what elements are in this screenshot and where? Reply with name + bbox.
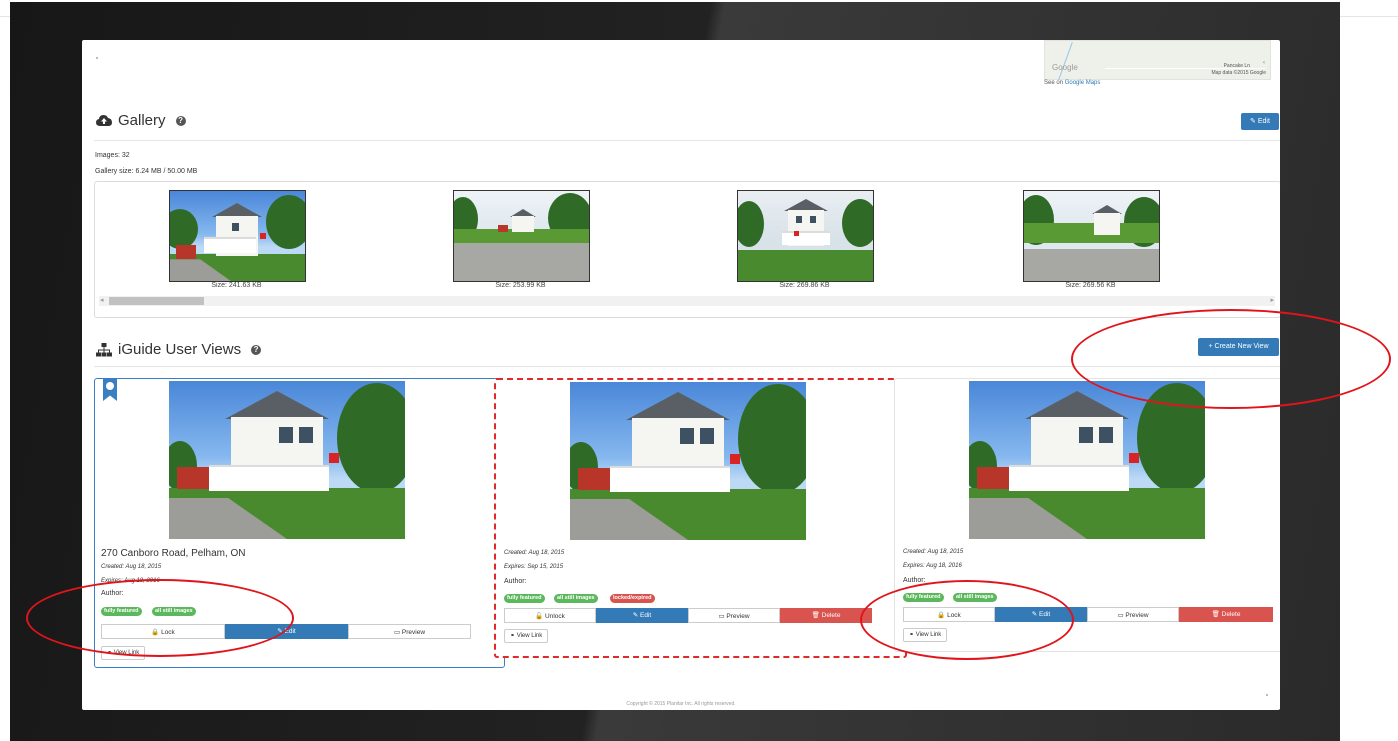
sitemap-icon xyxy=(96,342,112,356)
monitor-icon: ▭ xyxy=(1117,612,1124,619)
scrollbar-thumb[interactable] xyxy=(109,297,204,305)
images-count: Images: 32 xyxy=(95,152,130,159)
badge-fully-featured: fully featured xyxy=(504,594,545,603)
view-link-label: View Link xyxy=(516,633,543,639)
delete-button[interactable]: 🗑 Delete xyxy=(780,608,872,623)
map-credit: Map data ©2015 Google xyxy=(1211,70,1266,76)
thumbnail-caption: Size: 253.99 KB xyxy=(495,282,546,289)
delete-button[interactable]: 🗑 Delete xyxy=(1179,607,1273,622)
corner-dot xyxy=(1266,694,1268,696)
unlock-icon: 🔓 xyxy=(535,613,544,620)
preview-label: Preview xyxy=(1125,612,1149,619)
globe-ribbon-icon xyxy=(103,379,117,401)
photo-house-front xyxy=(738,191,873,281)
edit-label: Edit xyxy=(640,612,652,619)
view-expires: Expires: Sep 15, 2015 xyxy=(504,564,564,570)
preview-label: Preview xyxy=(401,629,426,636)
gallery-scrollbar[interactable]: ◂ ▸ xyxy=(99,296,1275,306)
preview-button[interactable]: ▭ Preview xyxy=(688,608,780,623)
view-author: Author: xyxy=(504,578,527,585)
scroll-left-icon[interactable]: ◂ xyxy=(100,296,104,306)
view-thumbnail[interactable] xyxy=(169,381,405,539)
annotation-circle xyxy=(26,579,294,657)
delete-label: Delete xyxy=(821,612,841,619)
badge-locked-expired: locked/expired xyxy=(610,594,655,603)
monitor-icon: ▭ xyxy=(718,613,725,620)
gallery-size: Gallery size: 6.24 MB / 50.00 MB xyxy=(95,168,198,175)
google-maps-link[interactable]: Google Maps xyxy=(1065,80,1101,86)
map-embed[interactable]: Google Pancake Ln Map data ©2015 Google xyxy=(1044,40,1271,80)
footer-copyright: Copyright © 2015 Planitar Inc. All right… xyxy=(626,701,736,707)
corner-dot xyxy=(96,57,98,59)
thumbnail-caption: Size: 241.63 KB xyxy=(211,282,262,289)
map-street-label: Pancake Ln xyxy=(1223,63,1250,69)
view-created: Created: Aug 18, 2015 xyxy=(101,564,162,570)
preview-button[interactable]: ▭ Preview xyxy=(348,624,471,639)
unlock-button[interactable]: 🔓 Unlock xyxy=(504,608,596,623)
photo-street-side xyxy=(1024,191,1159,281)
gallery-thumbnail[interactable] xyxy=(1023,190,1160,282)
edit-button[interactable]: ✎ Edit xyxy=(596,608,688,623)
gallery-edit-label: Edit xyxy=(1257,118,1270,125)
views-heading: iGuide User Views ? xyxy=(96,341,262,358)
section-divider xyxy=(94,140,1280,141)
view-created: Created: Aug 18, 2015 xyxy=(504,550,565,556)
question-circle-icon[interactable]: ? xyxy=(175,115,186,126)
map-link-row: See on Google Maps xyxy=(1044,80,1100,86)
photo-house xyxy=(169,381,405,539)
preview-button[interactable]: ▭ Preview xyxy=(1087,607,1179,622)
views-title: iGuide User Views xyxy=(118,341,242,358)
scroll-right-icon[interactable]: ▸ xyxy=(1270,296,1274,306)
thumbnail-caption: Size: 269.86 KB xyxy=(779,282,830,289)
preview-label: Preview xyxy=(726,613,750,620)
map-link-prefix: See on xyxy=(1044,80,1064,86)
gallery-thumbnail[interactable] xyxy=(453,190,590,282)
view-address: 270 Canboro Road, Pelham, ON xyxy=(101,548,246,559)
badge-all-still-images: all still images xyxy=(554,594,598,603)
map-logo: Google xyxy=(1052,63,1078,72)
view-actions: 🔓 Unlock ✎ Edit ▭ Preview 🗑 Delete xyxy=(504,608,872,623)
gallery-thumbnail[interactable] xyxy=(169,190,306,282)
gallery-strip: Size: 241.63 KB Size: 253.99 KB Size: 26… xyxy=(94,181,1280,318)
cloud-upload-icon xyxy=(96,115,112,126)
view-card: Created: Aug 18, 2015 Expires: Sep 15, 2… xyxy=(494,378,907,658)
pencil-icon: ✎ xyxy=(1250,118,1256,125)
trash-icon: 🗑 xyxy=(811,612,820,619)
view-created: Created: Aug 18, 2015 xyxy=(903,549,964,555)
thumbnail-caption: Size: 269.56 KB xyxy=(1065,282,1116,289)
gallery-title: Gallery xyxy=(118,112,166,129)
map-expand-icon[interactable]: ‹ xyxy=(1263,60,1265,66)
unlock-label: Unlock xyxy=(545,613,565,620)
gallery-heading: Gallery ? xyxy=(96,112,186,129)
view-thumbnail[interactable] xyxy=(570,382,806,540)
monitor-icon: ▭ xyxy=(393,629,401,636)
map-road xyxy=(1058,42,1073,80)
gallery-edit-button[interactable]: ✎ Edit xyxy=(1241,113,1279,130)
trash-icon: 🗑 xyxy=(1211,611,1220,618)
annotation-circle xyxy=(860,580,1074,660)
pencil-icon: ✎ xyxy=(632,612,639,619)
question-circle-icon[interactable]: ? xyxy=(251,344,262,355)
view-link-button[interactable]: ⚭ View Link xyxy=(504,629,549,643)
photo-street xyxy=(454,191,589,281)
delete-label: Delete xyxy=(1221,611,1241,618)
annotation-circle xyxy=(1071,309,1391,409)
gallery-thumbnail[interactable] xyxy=(737,190,874,282)
view-expires: Expires: Aug 18, 2016 xyxy=(903,563,962,569)
photo-house xyxy=(570,382,806,540)
link-icon: ⚭ xyxy=(510,633,516,639)
photo-house xyxy=(170,191,305,281)
